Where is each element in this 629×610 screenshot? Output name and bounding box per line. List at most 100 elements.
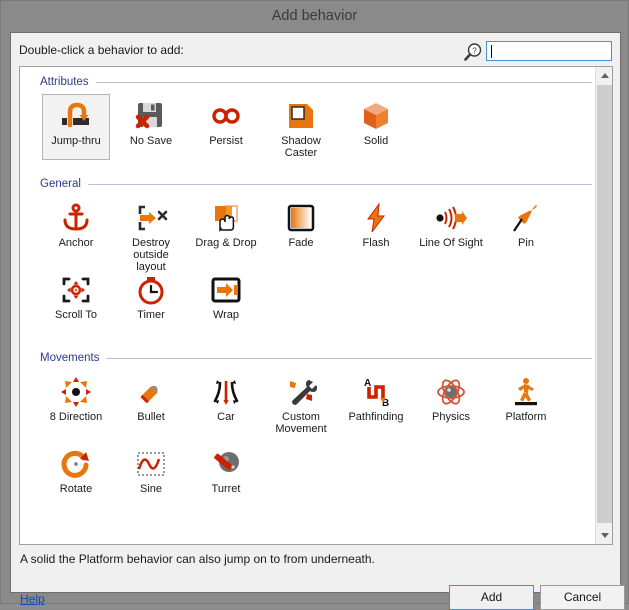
behavior-item-persist[interactable]: Persist: [192, 94, 260, 160]
behavior-item-rotate[interactable]: Rotate: [42, 442, 110, 508]
sine-icon: [118, 447, 184, 481]
behavior-item-jump-thru[interactable]: Jump-thru: [42, 94, 110, 160]
behavior-item-label: Flash: [362, 237, 390, 249]
behavior-item-destroy-outside-layout[interactable]: Destroy outside layout: [117, 196, 185, 273]
fade-icon: [268, 201, 334, 235]
behavior-item-custom-movement[interactable]: Custom Movement: [267, 370, 335, 436]
section-movements: Movements 8 Direction Bullet Car Custom Move…: [20, 350, 596, 514]
car-icon: [193, 375, 259, 409]
section-rule: [87, 183, 592, 185]
cancel-button[interactable]: Cancel: [540, 585, 625, 610]
status-text: A solid the Platform behavior can also j…: [20, 552, 375, 566]
pathfinding-icon: AB: [343, 375, 409, 409]
section-title: General: [40, 178, 81, 190]
flash-icon: [343, 201, 409, 235]
behavior-item-label: Pathfinding: [348, 411, 404, 423]
jump-thru-icon: [43, 99, 109, 133]
anchor-icon: [43, 201, 109, 235]
scroll-up-button[interactable]: [596, 67, 612, 84]
pin-icon: [493, 201, 559, 235]
behavior-list-panel[interactable]: Attributes Jump-thru No Save Persist Shadow …: [19, 66, 613, 545]
behavior-item-platform[interactable]: Platform: [492, 370, 560, 436]
behavior-item-label: Car: [217, 411, 235, 423]
rotate-icon: [43, 447, 109, 481]
chevron-up-icon: [600, 73, 609, 78]
add-behavior-window: Add behavior Double-click a behavior to …: [0, 0, 629, 610]
behavior-item-flash[interactable]: Flash: [342, 196, 410, 262]
behavior-item-pin[interactable]: Pin: [492, 196, 560, 262]
behavior-item-label: Jump-thru: [51, 135, 101, 147]
behavior-item-8-direction[interactable]: 8 Direction: [42, 370, 110, 436]
behavior-item-label: Shadow Caster: [281, 135, 321, 159]
behavior-item-label: Fade: [288, 237, 314, 249]
bullet-icon: [118, 375, 184, 409]
shadow-caster-icon: [268, 99, 334, 133]
search-help-icon[interactable]: ?: [463, 42, 483, 62]
behavior-item-bullet[interactable]: Bullet: [117, 370, 185, 436]
behavior-item-physics[interactable]: Physics: [417, 370, 485, 436]
behavior-item-label: Platform: [505, 411, 547, 423]
eight-direction-icon: [43, 375, 109, 409]
behavior-item-label: Sine: [139, 483, 163, 495]
behavior-item-label: Wrap: [212, 309, 240, 321]
behavior-item-label: Timer: [137, 309, 165, 321]
behavior-item-label: Custom Movement: [275, 411, 327, 435]
behavior-item-sine[interactable]: Sine: [117, 442, 185, 508]
behavior-item-solid[interactable]: Solid: [342, 94, 410, 160]
section-general: General Anchor Destroy outside layout Drag …: [20, 176, 596, 340]
custom-movement-icon: [268, 375, 334, 409]
toolbar: Double-click a behavior to add: ?: [11, 33, 620, 66]
wrap-icon: [193, 273, 259, 307]
behavior-item-label: 8 Direction: [49, 411, 103, 423]
search-input[interactable]: [487, 42, 611, 60]
behavior-item-label: Persist: [209, 135, 243, 147]
behavior-item-label: Drag & Drop: [195, 237, 257, 249]
behavior-item-label: Scroll To: [55, 309, 97, 321]
behavior-item-scroll-to[interactable]: Scroll To: [42, 268, 110, 334]
behavior-item-turret[interactable]: Turret: [192, 442, 260, 508]
vertical-scrollbar[interactable]: [595, 67, 612, 544]
line-of-sight-icon: [418, 201, 484, 235]
section-title: Movements: [40, 352, 100, 364]
section-header: Movements: [40, 350, 592, 366]
section-rule: [106, 357, 592, 359]
dialog-body: Double-click a behavior to add: ? Attrib…: [10, 32, 625, 610]
behavior-item-label: Turret: [211, 483, 241, 495]
section-title: Attributes: [40, 76, 89, 88]
behavior-item-label: Line Of Sight: [419, 237, 483, 249]
behavior-item-label: Rotate: [59, 483, 93, 495]
behavior-item-line-of-sight[interactable]: Line Of Sight: [417, 196, 485, 262]
section-attributes: Attributes Jump-thru No Save Persist Shadow …: [20, 74, 596, 166]
drag-and-drop-icon: [193, 201, 259, 235]
instruction-label: Double-click a behavior to add:: [19, 43, 184, 57]
timer-icon: [118, 273, 184, 307]
turret-icon: [193, 447, 259, 481]
behavior-item-anchor[interactable]: Anchor: [42, 196, 110, 262]
behavior-item-timer[interactable]: Timer: [117, 268, 185, 334]
behavior-item-label: Anchor: [58, 237, 94, 249]
behavior-item-label: Physics: [432, 411, 470, 423]
behavior-list: Attributes Jump-thru No Save Persist Shadow …: [20, 67, 596, 544]
behavior-item-wrap[interactable]: Wrap: [192, 268, 260, 334]
scrollbar-thumb[interactable]: [597, 85, 612, 523]
section-rule: [95, 81, 592, 83]
add-button[interactable]: Add: [449, 585, 534, 610]
section-header: Attributes: [40, 74, 592, 90]
chevron-down-icon: [600, 533, 609, 538]
behavior-item-label: Pin: [518, 237, 534, 249]
behavior-item-label: Bullet: [137, 411, 165, 423]
behavior-item-label: No Save: [129, 135, 173, 147]
text-caret: [491, 45, 492, 58]
physics-icon: [418, 375, 484, 409]
behavior-item-shadow-caster[interactable]: Shadow Caster: [267, 94, 335, 160]
section-header: General: [40, 176, 592, 192]
search-box[interactable]: [486, 41, 612, 61]
no-save-icon: [118, 99, 184, 133]
scroll-down-button[interactable]: [596, 527, 612, 544]
behavior-item-drag-drop[interactable]: Drag & Drop: [192, 196, 260, 262]
behavior-item-pathfinding[interactable]: A B Pathfinding: [342, 370, 410, 436]
behavior-item-car[interactable]: Car: [192, 370, 260, 436]
behavior-item-fade[interactable]: Fade: [267, 196, 335, 262]
behavior-item-no-save[interactable]: No Save: [117, 94, 185, 160]
scroll-to-icon: [43, 273, 109, 307]
